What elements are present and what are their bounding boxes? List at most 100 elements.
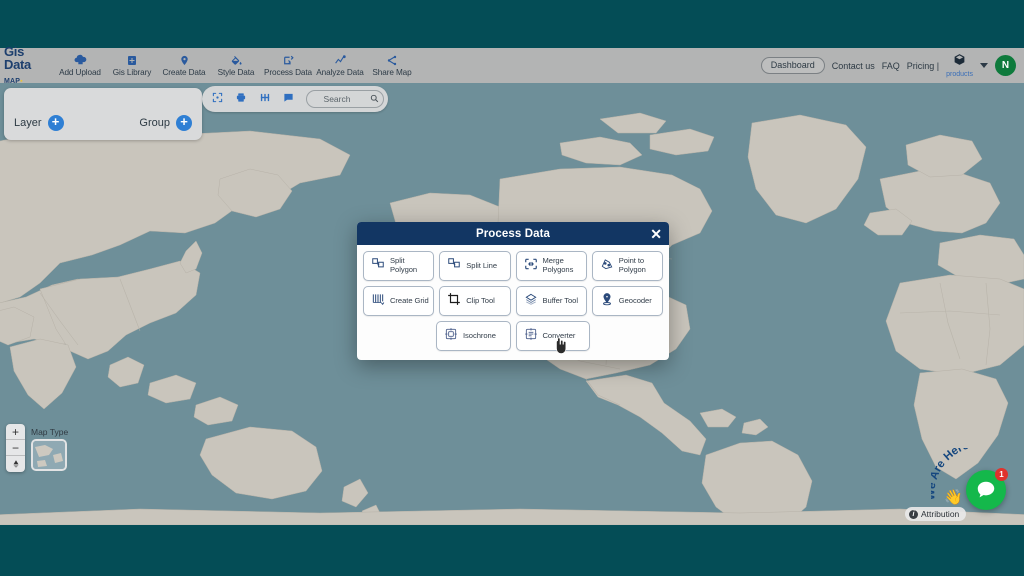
- map-type-control: Map Type: [31, 427, 68, 471]
- zoom-controls: + −: [6, 424, 25, 472]
- tool-grid-row3: Isochrone Converter: [363, 321, 663, 351]
- attribution-label: Attribution: [921, 509, 959, 519]
- app-logo[interactable]: Gis Data MAP▪: [0, 45, 52, 87]
- pricing-link[interactable]: Pricing |: [907, 61, 939, 71]
- analyze-chart-icon: [334, 54, 347, 67]
- geocoder-icon: [600, 292, 614, 311]
- nav-item-analyze-data[interactable]: Analyze Data: [314, 54, 366, 77]
- contact-us-link[interactable]: Contact us: [832, 61, 875, 71]
- close-icon[interactable]: ✕: [650, 227, 662, 241]
- compass-button[interactable]: [6, 456, 25, 472]
- split-line-icon: [447, 257, 461, 276]
- measure-icon[interactable]: [259, 90, 271, 108]
- attribution-button[interactable]: i Attribution: [905, 507, 966, 521]
- tool-label: Split Polygon: [390, 257, 433, 275]
- group-label: Group: [139, 117, 170, 129]
- nav-item-process-data[interactable]: Process Data: [262, 54, 314, 77]
- search-box[interactable]: [306, 90, 384, 108]
- buffer-tool-icon: [524, 292, 538, 311]
- tool-label: Clip Tool: [466, 297, 495, 306]
- tool-merge-polygons[interactable]: Merge Polygons: [516, 251, 587, 281]
- tool-grid-row2: Create Grid Clip Tool Buffer Tool: [363, 286, 663, 316]
- logo-line1: Gis Data: [4, 45, 52, 71]
- map-pin-icon: [179, 54, 190, 67]
- merge-polygons-icon: [524, 257, 538, 276]
- cloud-upload-icon: [74, 54, 87, 67]
- app-header: Gis Data MAP▪ Add Upload Gis Library: [0, 48, 1024, 83]
- comment-icon[interactable]: [283, 90, 294, 108]
- app-root: Gis Data MAP▪ Add Upload Gis Library: [0, 0, 1024, 576]
- paint-bucket-icon: [230, 54, 243, 67]
- header-right-group: Dashboard Contact us FAQ Pricing | produ…: [761, 53, 1024, 78]
- nav-item-add-upload[interactable]: Add Upload: [54, 54, 106, 77]
- chat-widget: We Are Here! 👋 1: [966, 470, 1006, 510]
- tool-label: Isochrone: [463, 332, 496, 341]
- nav-label: Gis Library: [113, 68, 151, 77]
- converter-icon: [524, 327, 538, 346]
- chat-badge: 1: [995, 468, 1008, 481]
- main-nav: Add Upload Gis Library Create Data Style…: [54, 54, 418, 77]
- nav-label: Create Data: [162, 68, 205, 77]
- nav-label: Style Data: [218, 68, 255, 77]
- split-polygon-icon: [371, 257, 385, 276]
- zoom-out-button[interactable]: −: [6, 440, 25, 456]
- tool-label: Geocoder: [619, 297, 652, 306]
- group-control: Group +: [139, 115, 192, 131]
- bottom-teal-band: [0, 525, 1024, 576]
- clip-tool-icon: [447, 292, 461, 311]
- tool-grid-row1: Split Polygon Split Line Merge Polygons: [363, 251, 663, 281]
- add-layer-button[interactable]: +: [48, 115, 64, 131]
- nav-label: Analyze Data: [316, 68, 364, 77]
- products-icon: [953, 53, 966, 70]
- nav-item-create-data[interactable]: Create Data: [158, 54, 210, 77]
- layer-panel: Layer + Group +: [4, 88, 202, 140]
- modal-title: Process Data: [476, 228, 550, 240]
- library-add-icon: [126, 54, 138, 67]
- modal-body: Split Polygon Split Line Merge Polygons: [357, 245, 669, 360]
- print-icon[interactable]: [235, 90, 247, 108]
- chat-icon: [975, 479, 997, 501]
- tool-create-grid[interactable]: Create Grid: [363, 286, 434, 316]
- modal-header: Process Data ✕: [357, 222, 669, 245]
- point-to-polygon-icon: [600, 257, 614, 276]
- dashboard-button[interactable]: Dashboard: [761, 57, 825, 74]
- process-data-icon: [282, 54, 295, 67]
- tool-converter[interactable]: Converter: [516, 321, 591, 351]
- chevron-down-icon[interactable]: [980, 63, 988, 68]
- layer-label: Layer: [14, 117, 42, 129]
- create-grid-icon: [371, 292, 385, 311]
- top-teal-band: [0, 0, 1024, 48]
- add-group-button[interactable]: +: [176, 115, 192, 131]
- tool-geocoder[interactable]: Geocoder: [592, 286, 663, 316]
- products-label: products: [946, 71, 973, 78]
- tool-split-line[interactable]: Split Line: [439, 251, 510, 281]
- tool-buffer-tool[interactable]: Buffer Tool: [516, 286, 587, 316]
- map-type-label: Map Type: [31, 427, 68, 437]
- map-type-thumbnail[interactable]: [31, 439, 67, 471]
- tool-split-polygon[interactable]: Split Polygon: [363, 251, 434, 281]
- share-icon: [386, 54, 398, 67]
- fullscreen-icon[interactable]: [212, 90, 223, 108]
- tool-isochrone[interactable]: Isochrone: [436, 321, 511, 351]
- products-menu[interactable]: products: [946, 53, 973, 78]
- nav-item-gis-library[interactable]: Gis Library: [106, 54, 158, 77]
- chat-bubble-button[interactable]: 1: [966, 470, 1006, 510]
- search-input[interactable]: [311, 94, 363, 104]
- tool-clip-tool[interactable]: Clip Tool: [439, 286, 510, 316]
- nav-label: Share Map: [372, 68, 411, 77]
- avatar[interactable]: N: [995, 55, 1016, 76]
- search-icon[interactable]: [370, 90, 379, 108]
- tool-point-to-polygon[interactable]: Point to Polygon: [592, 251, 663, 281]
- tool-label: Create Grid: [390, 297, 429, 306]
- nav-item-share-map[interactable]: Share Map: [366, 54, 418, 77]
- tool-label: Point to Polygon: [619, 257, 662, 275]
- nav-item-style-data[interactable]: Style Data: [210, 54, 262, 77]
- tool-label: Converter: [543, 332, 576, 341]
- isochrone-icon: [444, 327, 458, 346]
- nav-label: Add Upload: [59, 68, 101, 77]
- info-icon: i: [909, 510, 918, 519]
- faq-link[interactable]: FAQ: [882, 61, 900, 71]
- nav-label: Process Data: [264, 68, 312, 77]
- zoom-in-button[interactable]: +: [6, 424, 25, 440]
- tool-label: Merge Polygons: [543, 257, 586, 275]
